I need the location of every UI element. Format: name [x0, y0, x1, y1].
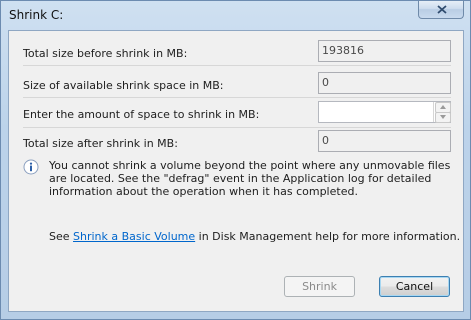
total-before-field: 193816 [318, 40, 451, 62]
total-after-field: 0 [318, 130, 451, 152]
title-bar[interactable]: Shrink C: [1, 1, 470, 29]
shrink-basic-volume-link[interactable]: Shrink a Basic Volume [73, 230, 195, 243]
help-suffix: in Disk Management help for more informa… [195, 230, 461, 243]
help-prefix: See [49, 230, 74, 243]
total-before-label: Total size before shrink in MB: [23, 47, 188, 60]
close-icon [437, 5, 447, 14]
spin-down-button[interactable] [435, 112, 451, 123]
spin-up-arrow-icon [440, 105, 446, 109]
shrink-amount-spinner[interactable] [433, 102, 451, 123]
shrink-dialog-window: Shrink C: Total size before shrink in MB… [0, 0, 471, 320]
available-space-label: Size of available shrink space in MB: [23, 79, 224, 92]
help-line: See Shrink a Basic Volume in Disk Manage… [49, 230, 460, 243]
info-icon [23, 159, 39, 175]
cancel-button[interactable]: Cancel [379, 276, 450, 297]
shrink-amount-label: Enter the amount of space to shrink in M… [23, 108, 260, 121]
shrink-button[interactable]: Shrink [284, 276, 355, 297]
row-divider [23, 65, 451, 66]
row-divider [23, 97, 451, 98]
row-divider [23, 127, 451, 128]
total-after-label: Total size after shrink in MB: [23, 137, 178, 150]
shrink-info-text: You cannot shrink a volume beyond the po… [49, 159, 451, 198]
close-button[interactable] [418, 1, 464, 19]
available-space-field: 0 [318, 72, 451, 94]
dialog-body: Total size before shrink in MB: 193816 S… [8, 30, 464, 312]
window-title: Shrink C: [9, 8, 64, 22]
shrink-amount-input[interactable] [318, 101, 451, 123]
spin-down-arrow-icon [440, 115, 446, 119]
